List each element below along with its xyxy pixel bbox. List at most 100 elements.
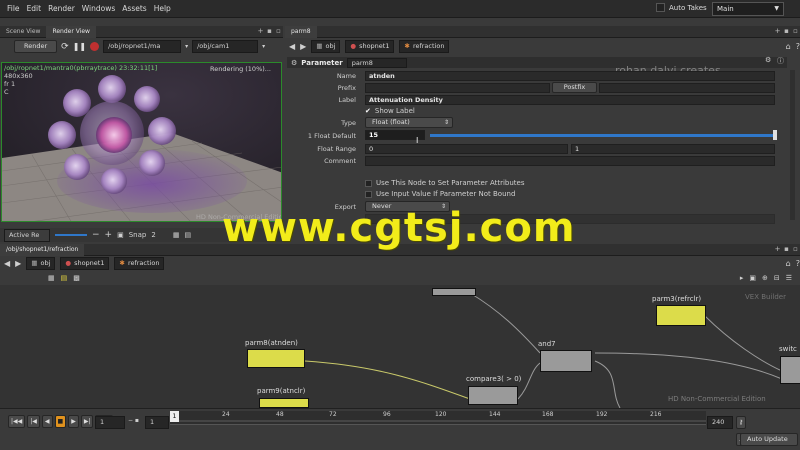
param-scrollbar[interactable] <box>790 70 795 220</box>
start-frame-field[interactable]: 1 <box>145 416 169 429</box>
info-icon[interactable]: ⓘ <box>777 56 784 66</box>
menu-assets[interactable]: Assets <box>122 4 146 13</box>
add-tab-icon[interactable]: + <box>256 27 265 36</box>
auto-update-button[interactable]: Auto Update <box>740 433 798 446</box>
attr-checkbox[interactable] <box>365 179 372 187</box>
menu-render[interactable]: Render <box>48 4 75 13</box>
desktop-value: Main <box>717 5 734 13</box>
tab-scene-view[interactable]: Scene View <box>0 26 46 38</box>
node-parm9[interactable] <box>259 398 309 408</box>
plus-icon[interactable]: + <box>105 230 113 240</box>
range-min-field[interactable]: 0 <box>365 144 568 154</box>
auto-takes-checkbox[interactable] <box>656 3 665 12</box>
render-viewer[interactable]: HD Non-Commercial Edition /obj/ropnet1/m… <box>1 62 282 222</box>
playhead-marker[interactable]: 1 <box>170 411 179 422</box>
refresh-icon[interactable]: ⟳ <box>61 42 69 52</box>
help-icon[interactable]: ? <box>796 42 800 51</box>
label-field[interactable]: Attenuation Density <box>365 95 775 105</box>
render-button[interactable]: Render <box>14 40 58 53</box>
back-arrow-icon[interactable]: ◀ <box>4 259 10 268</box>
pin-icon[interactable]: ⌂ <box>786 259 791 268</box>
node-and7[interactable] <box>540 350 592 372</box>
active-region-field[interactable]: Active Re <box>4 228 50 242</box>
path-shopnet1[interactable]: ● shopnet1 <box>345 40 395 53</box>
input-checkbox[interactable] <box>365 190 372 198</box>
current-frame-field[interactable]: 1 <box>95 416 125 429</box>
comment-field[interactable] <box>365 156 775 166</box>
step-back-icon[interactable]: |◀ <box>27 415 40 428</box>
path-obj[interactable]: ▦ obj <box>311 40 341 53</box>
back-arrow-icon[interactable]: ◀ <box>289 42 295 51</box>
play-reverse-icon[interactable]: ◀ <box>41 415 53 428</box>
net-path-shopnet1[interactable]: ● shopnet1 <box>60 257 110 270</box>
net-path-refraction[interactable]: ✱ refraction <box>114 257 165 270</box>
gear-icon[interactable]: ⚙ <box>291 59 297 67</box>
menu-help[interactable]: Help <box>154 4 171 13</box>
prefix-field[interactable] <box>365 83 550 93</box>
range-max-field[interactable]: 1 <box>571 144 775 154</box>
default-slider-handle[interactable] <box>773 130 777 140</box>
help-icon[interactable]: ? <box>796 259 800 268</box>
snap-value[interactable]: 2 <box>151 231 155 239</box>
grid-icon[interactable]: ▦ <box>173 231 180 239</box>
obj-icon: ▦ <box>31 259 38 267</box>
postfix-field[interactable] <box>599 83 775 93</box>
name-field[interactable]: atnden <box>365 71 775 81</box>
chevron-down-icon[interactable]: ▾ <box>185 43 188 50</box>
network-editor[interactable]: ▦ ▤ ▩ ▸ ▣ ⊕ ⊟ ☰ parm8(atnden) parm9(atnc… <box>0 271 800 408</box>
auto-takes-toggle[interactable]: Auto Takes <box>656 3 707 12</box>
play-icon[interactable]: ▶ <box>68 415 79 428</box>
pane-maximize-icon[interactable]: ▫ <box>791 245 800 254</box>
camera-path-field[interactable]: /obj/cam1 <box>192 40 259 53</box>
forward-arrow-icon[interactable]: ▶ <box>300 42 306 51</box>
pane-menu-icon[interactable]: ▪ <box>782 27 791 36</box>
stop-icon[interactable]: ■ <box>54 415 67 428</box>
show-label-toggle[interactable]: ✔ Show Label <box>365 107 415 115</box>
exposure-slider[interactable] <box>55 234 87 236</box>
menu-edit[interactable]: Edit <box>27 4 42 13</box>
pane-maximize-icon[interactable]: ▫ <box>274 27 283 36</box>
end-frame-field[interactable]: 240 <box>707 416 733 429</box>
net-path-refraction-label: refraction <box>127 259 160 267</box>
node-parm3[interactable] <box>656 305 706 326</box>
add-tab-icon[interactable]: + <box>773 27 782 36</box>
path-refraction[interactable]: ✱ refraction <box>399 40 450 53</box>
pin-icon[interactable]: ⌂ <box>786 42 791 51</box>
default-slider[interactable] <box>430 134 775 137</box>
pane-menu-icon[interactable]: ▪ <box>265 27 274 36</box>
pause-icon[interactable]: ❚❚ <box>73 42 86 51</box>
overlay-time: 23:32:11[1] <box>118 64 158 72</box>
checkmark-icon[interactable]: ✔ <box>365 107 371 115</box>
chevron-down-icon[interactable]: ▾ <box>262 43 265 50</box>
tab-parm8[interactable]: parm8 <box>285 25 317 38</box>
minus-icon[interactable]: − <box>92 230 100 240</box>
stop-icon[interactable] <box>90 42 100 51</box>
camera-icon[interactable]: ▣ <box>117 231 124 239</box>
attr-option[interactable]: Use This Node to Set Parameter Attribute… <box>365 179 525 187</box>
add-tab-icon[interactable]: + <box>773 245 782 254</box>
desktop-select[interactable]: Main ▼ <box>712 2 784 16</box>
pane-maximize-icon[interactable]: ▫ <box>791 27 800 36</box>
key-icon[interactable]: ⚷ <box>736 416 746 429</box>
input-option[interactable]: Use Input Value If Parameter Not Bound <box>365 190 515 198</box>
node-switch[interactable] <box>780 356 800 384</box>
pane-menu-icon[interactable]: ▪ <box>782 245 791 254</box>
menu-file[interactable]: File <box>7 4 20 13</box>
node-compare3[interactable] <box>468 386 518 405</box>
rop-path-field[interactable]: /obj/ropnet1/ma <box>103 40 182 53</box>
step-forward-icon[interactable]: ▶| <box>80 415 94 428</box>
jump-start-icon[interactable]: |◀◀ <box>8 415 26 428</box>
node-parm8[interactable] <box>247 349 305 368</box>
menu-windows[interactable]: Windows <box>82 4 115 13</box>
tab-render-view[interactable]: Render View <box>46 25 96 38</box>
net-path-obj[interactable]: ▦ obj <box>26 257 56 270</box>
forward-arrow-icon[interactable]: ▶ <box>15 259 21 268</box>
frame-stepper-icon[interactable]: − ▪ <box>128 417 139 424</box>
tab-network-path[interactable]: /obj/shopnet1/refraction <box>0 243 85 256</box>
view-icon[interactable]: ▤ <box>184 231 191 239</box>
postfix-button[interactable]: Postfix <box>552 82 597 93</box>
top-node[interactable] <box>432 288 476 296</box>
param-options-icon[interactable]: ⚙ <box>765 56 771 64</box>
type-select[interactable]: Float (float) ⇕ <box>365 117 453 128</box>
node-name-field[interactable]: parm8 <box>346 57 407 68</box>
